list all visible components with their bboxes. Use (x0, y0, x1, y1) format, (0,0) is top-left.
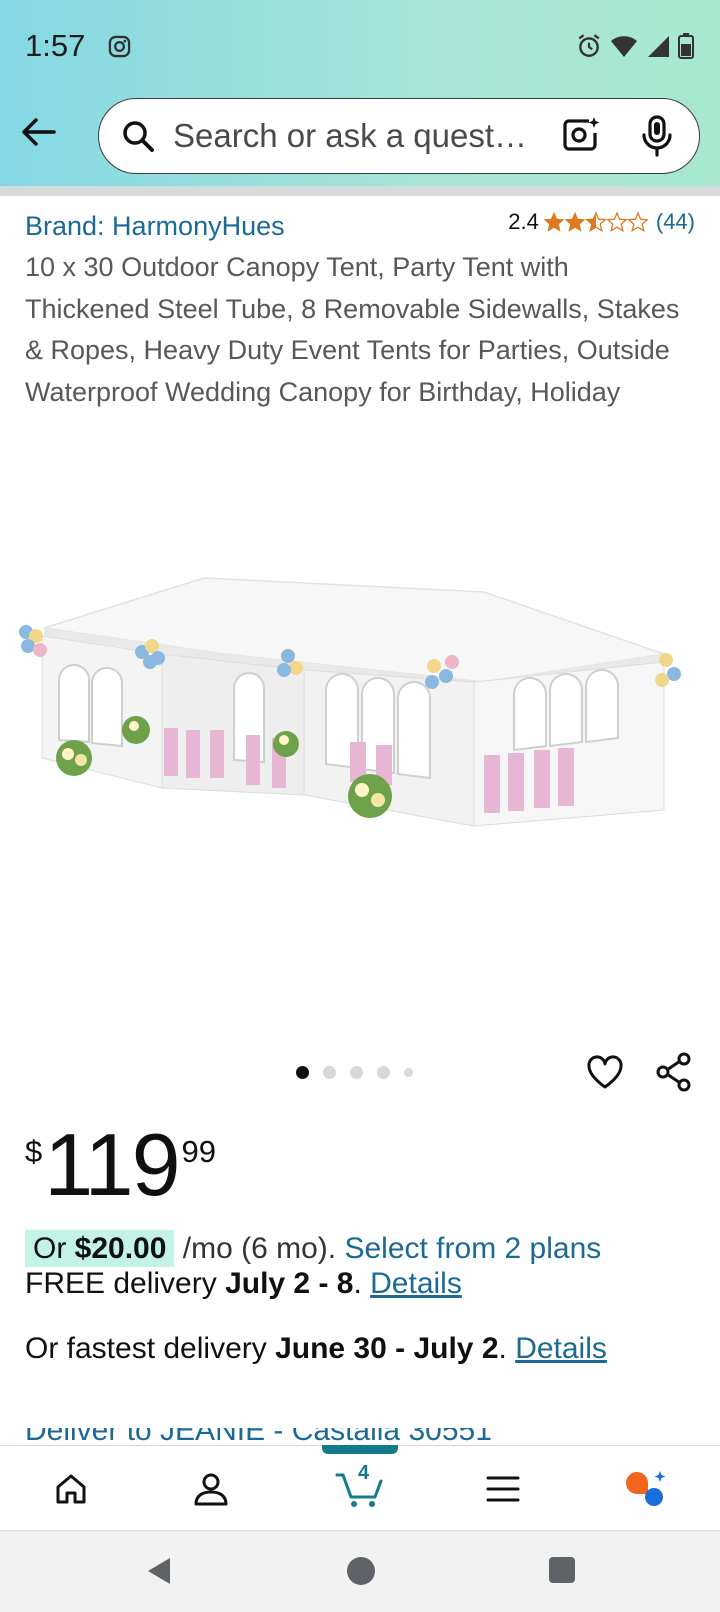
system-recents-icon[interactable] (548, 1556, 576, 1584)
carousel-dot[interactable] (323, 1066, 336, 1079)
installment-highlight: Or $20.00 (25, 1230, 175, 1267)
nav-rufus[interactable] (610, 1446, 680, 1531)
header-divider (0, 186, 720, 196)
share-icon[interactable] (655, 1052, 693, 1092)
rating-count: (44) (655, 209, 695, 234)
fastest-delivery: Or fastest delivery June 30 - July 2. De… (25, 1332, 607, 1365)
alarm-icon (578, 34, 600, 57)
account-icon (194, 1473, 228, 1505)
installment-suffix: /mo (6 mo). (174, 1232, 345, 1265)
rating-value: 2.4 (508, 209, 539, 234)
wifi-icon (611, 36, 637, 57)
fast-delivery-details-link[interactable]: Details (515, 1332, 607, 1365)
search-row: Search or ask a quest… (0, 96, 720, 176)
instagram-icon (108, 35, 131, 58)
bottom-nav: 4 (0, 1445, 720, 1530)
installment-amount: $20.00 (74, 1232, 167, 1265)
price: $ 119 99 (25, 1115, 217, 1214)
nav-home[interactable] (36, 1446, 106, 1531)
deliver-to-location[interactable]: Deliver to JEANIE - Castalia 30551 (25, 1428, 695, 1444)
signal-icon (648, 36, 669, 57)
image-carousel-dots[interactable] (296, 1066, 413, 1079)
nav-account[interactable] (176, 1446, 246, 1531)
cart-count: 4 (358, 1462, 370, 1484)
star-rating-icon (544, 212, 648, 232)
price-whole: 119 (44, 1115, 180, 1214)
battery-icon (678, 33, 694, 59)
status-icons (576, 33, 694, 59)
free-delivery: FREE delivery July 2 - 8. Details (25, 1267, 462, 1300)
price-fraction: 99 (181, 1134, 217, 1169)
free-delivery-details-link[interactable]: Details (370, 1267, 462, 1300)
back-button[interactable] (18, 112, 58, 152)
rating[interactable]: 2.4 (44) (508, 209, 695, 235)
carousel-dot[interactable] (350, 1066, 363, 1079)
menu-icon (486, 1476, 520, 1501)
deliver-to-text: Deliver to JEANIE - Castalia 30551 (25, 1428, 695, 1444)
brand-link[interactable]: Brand: HarmonyHues (25, 211, 285, 242)
product-title: 10 x 30 Outdoor Canopy Tent, Party Tent … (25, 252, 680, 407)
home-icon (56, 1474, 86, 1503)
carousel-dot[interactable] (377, 1066, 390, 1079)
heart-icon[interactable] (586, 1054, 624, 1090)
system-back-icon[interactable] (146, 1556, 172, 1586)
installment-prefix: Or (33, 1232, 75, 1265)
free-delivery-prefix: FREE delivery (25, 1267, 226, 1300)
back-arrow-icon (22, 118, 56, 146)
search-icon (123, 121, 154, 152)
nav-menu[interactable] (468, 1446, 538, 1531)
fast-delivery-dates: June 30 - July 2 (275, 1332, 499, 1365)
search-input[interactable]: Search or ask a quest… (98, 98, 700, 174)
system-home-icon[interactable] (346, 1556, 376, 1586)
status-time: 1:57 (25, 28, 86, 63)
search-placeholder: Search or ask a quest… (173, 117, 528, 154)
carousel-dot[interactable] (404, 1068, 413, 1077)
free-delivery-dates: July 2 - 8 (225, 1267, 354, 1300)
price-symbol: $ (25, 1134, 43, 1169)
status-bar: 1:57 (0, 0, 720, 92)
nav-cart[interactable]: 4 (325, 1446, 395, 1531)
camera-lens-icon[interactable] (561, 115, 601, 155)
microphone-icon[interactable] (639, 115, 675, 157)
select-plans-link[interactable]: Select from 2 plans (344, 1232, 601, 1265)
system-nav-bar (0, 1530, 720, 1612)
carousel-dot[interactable] (296, 1066, 309, 1079)
product-image[interactable] (14, 570, 714, 860)
rufus-icon (626, 1470, 666, 1506)
fast-delivery-prefix: Or fastest delivery (25, 1332, 276, 1365)
installment-offer: Or $20.00 /mo (6 mo). Select from 2 plan… (25, 1230, 601, 1267)
